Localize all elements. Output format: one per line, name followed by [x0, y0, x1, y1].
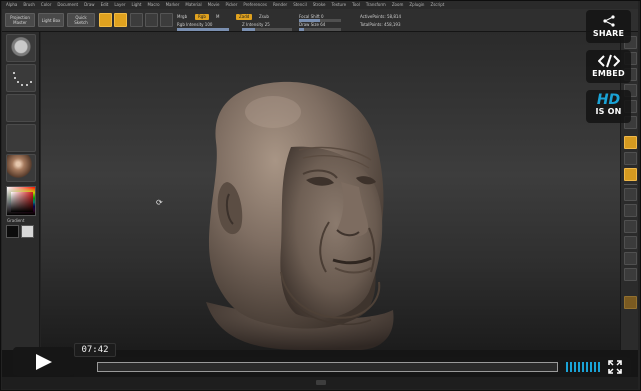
- active-points-readout: ActivePoints: 58,814: [360, 14, 402, 19]
- total-points-readout: TotalPoints: 458,193: [360, 22, 401, 27]
- share-button[interactable]: SHARE: [586, 10, 631, 43]
- rotate-mode-icon[interactable]: [160, 13, 173, 27]
- menu-item-macro[interactable]: Macro: [147, 1, 159, 9]
- m-toggle[interactable]: M: [216, 14, 219, 19]
- transp-icon[interactable]: [624, 296, 637, 309]
- zbrush-tool-shelf: Projection Master Light Box Quick Sketch…: [2, 9, 638, 32]
- hd-icon: HD: [596, 92, 621, 108]
- edit-mode-icon[interactable]: [99, 13, 112, 27]
- menu-item-zscript[interactable]: Zscript: [430, 1, 444, 9]
- zbrush-left-palette: Gradient: [2, 32, 40, 350]
- tray-handle[interactable]: [316, 380, 326, 385]
- zadd-toggle[interactable]: Zadd: [236, 14, 253, 20]
- local-icon[interactable]: [624, 168, 637, 181]
- xyz-icon[interactable]: [624, 188, 637, 201]
- menu-item-texture[interactable]: Texture: [331, 1, 346, 9]
- draw-mode-icon[interactable]: [114, 13, 127, 27]
- rgb-intensity-slider[interactable]: [177, 28, 229, 31]
- sculpt-viewport[interactable]: ⟳: [41, 32, 620, 350]
- texture-selector-icon[interactable]: [6, 124, 36, 152]
- play-button[interactable]: [13, 347, 74, 376]
- menu-item-tool[interactable]: Tool: [352, 1, 360, 9]
- zsub-toggle[interactable]: Zsub: [259, 14, 269, 19]
- polyf-icon[interactable]: [624, 268, 637, 281]
- material-selector-icon[interactable]: [6, 154, 36, 182]
- move-mode-icon[interactable]: [130, 13, 143, 27]
- menu-item-stroke[interactable]: Stroke: [313, 1, 326, 9]
- embed-button[interactable]: EMBED: [586, 50, 631, 83]
- rotate-cursor-icon: ⟳: [156, 198, 163, 207]
- embed-label: EMBED: [592, 69, 625, 78]
- main-color-swatch[interactable]: [6, 225, 19, 238]
- quick-sketch-button[interactable]: Quick Sketch: [67, 13, 95, 27]
- hd-status-label: IS ON: [595, 107, 622, 116]
- scale-mode-icon[interactable]: [145, 13, 158, 27]
- draw-size-slider[interactable]: [299, 28, 341, 31]
- menu-item-color[interactable]: Color: [41, 1, 51, 9]
- menu-item-edit[interactable]: Edit: [101, 1, 109, 9]
- time-display: 07:42: [74, 343, 116, 357]
- persp-icon[interactable]: [624, 136, 637, 149]
- menu-item-picker[interactable]: Picker: [225, 1, 237, 9]
- progress-bar[interactable]: [97, 362, 558, 372]
- sculpted-head-model: [206, 81, 394, 350]
- mrgb-toggle[interactable]: Mrgb: [177, 14, 187, 19]
- rotate-icon[interactable]: [624, 252, 637, 265]
- share-label: SHARE: [592, 29, 625, 38]
- code-brackets-icon: [597, 54, 620, 68]
- z-intensity-label: Z Intensity 25: [242, 22, 270, 27]
- brush-selector-icon[interactable]: [6, 34, 36, 62]
- rgb-intensity-label: Rgb Intensity 100: [177, 22, 213, 27]
- player-controls-bar: [74, 357, 631, 377]
- projection-master-button[interactable]: Projection Master: [5, 13, 35, 27]
- rgb-toggle[interactable]: Rgb: [195, 14, 209, 20]
- palette-divider: [624, 184, 637, 185]
- menu-item-stencil[interactable]: Stencil: [293, 1, 307, 9]
- lightbox-button[interactable]: Light Box: [38, 13, 64, 27]
- menu-item-preferences[interactable]: Preferences: [243, 1, 267, 9]
- gradient-label: Gradient: [7, 218, 25, 223]
- frame-icon[interactable]: [624, 204, 637, 217]
- fullscreen-icon[interactable]: [608, 360, 622, 374]
- menu-item-document[interactable]: Document: [57, 1, 78, 9]
- menu-item-layer[interactable]: Layer: [114, 1, 125, 9]
- menu-item-zplugin[interactable]: Zplugin: [409, 1, 424, 9]
- floor-icon[interactable]: [624, 152, 637, 165]
- move-icon[interactable]: [624, 220, 637, 233]
- scale-icon[interactable]: [624, 236, 637, 249]
- z-intensity-slider[interactable]: [242, 28, 292, 31]
- menu-item-alpha[interactable]: Alpha: [6, 1, 17, 9]
- menu-item-brush[interactable]: Brush: [23, 1, 35, 9]
- stroke-selector-icon[interactable]: [6, 64, 36, 92]
- menu-item-render[interactable]: Render: [273, 1, 287, 9]
- menu-item-material[interactable]: Material: [185, 1, 201, 9]
- menu-item-zoom[interactable]: Zoom: [392, 1, 404, 9]
- hd-toggle-button[interactable]: HD IS ON: [586, 90, 631, 123]
- secondary-color-swatch[interactable]: [21, 225, 34, 238]
- play-icon: [36, 354, 52, 370]
- menu-item-movie[interactable]: Movie: [208, 1, 220, 9]
- volume-icon[interactable]: [566, 362, 602, 372]
- menu-item-marker[interactable]: Marker: [166, 1, 180, 9]
- alpha-selector-icon[interactable]: [6, 94, 36, 122]
- menu-item-transform[interactable]: Transform: [366, 1, 386, 9]
- share-icon: [602, 15, 615, 27]
- draw-size-label: Draw Size 64: [299, 22, 326, 27]
- color-picker[interactable]: [6, 186, 36, 216]
- menu-item-draw[interactable]: Draw: [84, 1, 94, 9]
- zbrush-menu-bar: Alpha Brush Color Document Draw Edit Lay…: [2, 1, 638, 9]
- menu-item-light[interactable]: Light: [131, 1, 141, 9]
